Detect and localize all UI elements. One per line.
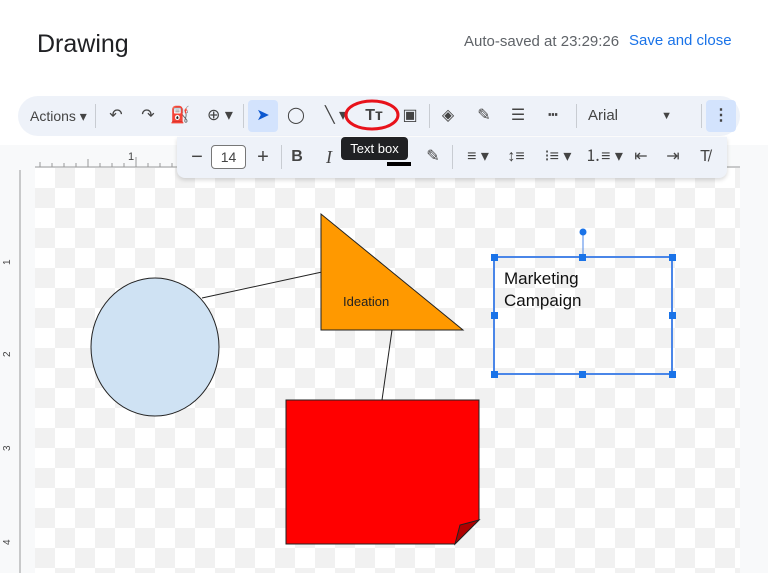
actions-label: Actions [30, 108, 76, 124]
line-spacing-icon[interactable]: ↕≡ [504, 143, 528, 171]
increase-indent-icon[interactable]: ⇥ [661, 143, 685, 171]
font-select[interactable]: Arial ▼ [588, 102, 678, 130]
highlight-icon[interactable]: ✎ [421, 143, 445, 171]
rotate-handle[interactable] [579, 228, 587, 236]
border-weight-icon[interactable]: ☰ [506, 102, 530, 130]
italic-icon[interactable]: I [317, 143, 341, 171]
border-dash-icon[interactable]: ┅ [541, 102, 565, 130]
connector-line[interactable] [381, 329, 393, 401]
format-toolbar: − + B I ✎ ≡ ▾ ↕≡ ⁝≡ ▾ ⒈≡ ▾ ⇤ ⇥ T̸ [177, 137, 727, 178]
bullet-list-icon[interactable]: ⁝≡ ▾ [539, 143, 577, 171]
redo-icon[interactable]: ↷ [136, 102, 160, 130]
text-box-line[interactable]: Marketing [504, 269, 579, 288]
clear-formatting-icon[interactable]: T̸ [693, 143, 717, 171]
actions-menu[interactable]: Actions ▾ [30, 102, 87, 130]
tooltip: Text box [341, 137, 408, 160]
circle-shape[interactable] [90, 277, 220, 417]
bold-icon[interactable]: B [285, 143, 309, 171]
triangle-shape[interactable] [320, 212, 465, 331]
border-color-icon[interactable]: ✎ [472, 102, 496, 130]
font-value: Arial [588, 107, 619, 124]
highlight-circle [344, 99, 400, 131]
undo-icon[interactable]: ↶ [104, 102, 128, 130]
increase-font-icon[interactable]: + [251, 143, 275, 171]
drawing-shapes: Ideation Marketing Campaign [90, 212, 676, 546]
decrease-font-icon[interactable]: − [185, 143, 209, 171]
fill-color-icon[interactable]: ◈ [436, 102, 460, 130]
font-size-input[interactable]: 14 [211, 145, 246, 169]
more-icon[interactable]: ⋮ [706, 100, 736, 132]
triangle-label: Ideation [343, 294, 389, 309]
connector-line[interactable] [201, 271, 323, 299]
shape-icon[interactable]: ◯ [284, 102, 308, 130]
folded-corner-shape[interactable] [285, 399, 480, 545]
numbered-list-icon[interactable]: ⒈≡ ▾ [585, 143, 623, 171]
select-icon[interactable]: ➤ [248, 100, 278, 132]
text-box-line[interactable]: Campaign [504, 291, 582, 310]
decrease-indent-icon[interactable]: ⇤ [629, 143, 653, 171]
paint-format-icon[interactable]: ⛽ [168, 102, 192, 130]
zoom-icon[interactable]: ⊕ ▾ [200, 102, 240, 130]
align-icon[interactable]: ≡ ▾ [459, 143, 497, 171]
image-icon[interactable]: ▣ [398, 102, 422, 130]
